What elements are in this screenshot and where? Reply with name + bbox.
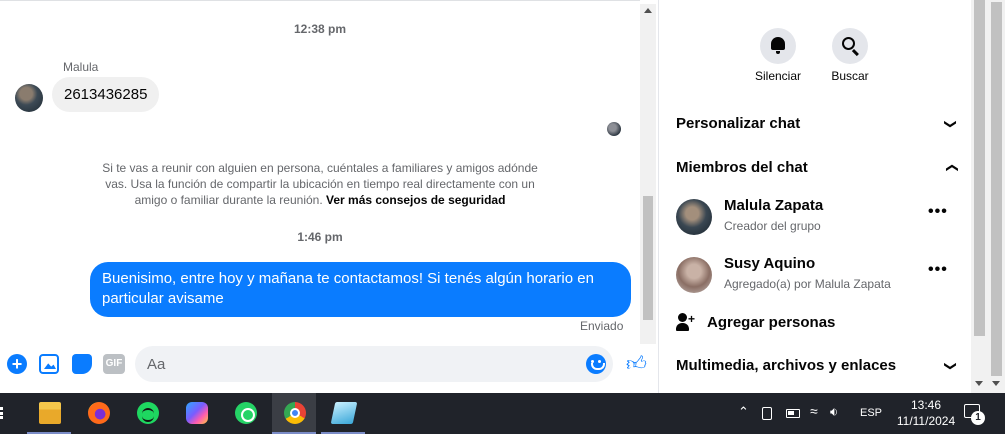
search-icon: [842, 37, 855, 50]
spotify-icon: [137, 402, 159, 424]
chevron-down-icon: ❯: [943, 360, 958, 372]
member-name: Malula Zapata: [724, 197, 824, 214]
volume-icon[interactable]: 🔉︎: [830, 404, 838, 420]
add-people-button[interactable]: + Agregar personas: [676, 311, 956, 335]
section-media-files-links[interactable]: Multimedia, archivos y enlaces ❯: [676, 354, 958, 378]
folder-icon: [39, 402, 61, 424]
taskbar-notes[interactable]: [321, 393, 365, 434]
page-scrollbar[interactable]: [988, 0, 1005, 393]
notification-count-badge: 1: [971, 411, 985, 425]
timestamp: 12:38 pm: [293, 22, 347, 36]
thumbs-up-icon[interactable]: 👍︎: [626, 353, 648, 375]
avatar[interactable]: [676, 257, 712, 293]
taskbar: ⌃ ≈ 🔉︎ ESP 13:46 11/11/2024 1: [0, 393, 1005, 434]
taskbar-copilot[interactable]: [174, 393, 218, 434]
member-name: Susy Aquino: [724, 255, 816, 272]
section-label: Miembros del chat: [676, 159, 808, 176]
panel-scrollbar[interactable]: [971, 0, 988, 393]
scrollbar-thumb[interactable]: [643, 196, 653, 320]
language-indicator[interactable]: ESP: [860, 407, 882, 419]
firefox-icon: [88, 402, 110, 424]
taskbar-chrome[interactable]: [272, 393, 316, 434]
message-status: Enviado: [580, 319, 624, 333]
bell-icon: [771, 37, 785, 54]
section-chat-members[interactable]: Miembros del chat ❯: [676, 156, 958, 180]
more-options-icon[interactable]: •••: [928, 261, 948, 279]
chat-top-border: [0, 0, 640, 4]
add-people-label: Agregar personas: [707, 314, 836, 331]
message-composer: + GIF 👍︎: [0, 344, 658, 384]
safety-notice: Si te vas a reunir con alguien en person…: [95, 160, 545, 208]
scroll-up-arrow-icon[interactable]: [644, 8, 652, 13]
wifi-icon[interactable]: ≈: [810, 403, 818, 419]
message-input[interactable]: [135, 346, 613, 382]
taskbar-spotify[interactable]: [125, 393, 169, 434]
plus-icon[interactable]: +: [7, 354, 27, 374]
scrollbar-thumb[interactable]: [991, 2, 1002, 376]
notes-icon: [330, 402, 358, 424]
device-icon[interactable]: [762, 407, 772, 420]
avatar[interactable]: [676, 199, 712, 235]
member-role: Agregado(a) por Malula Zapata: [724, 277, 891, 291]
sticker-icon[interactable]: [72, 354, 92, 374]
sent-message-bubble[interactable]: Buenisimo, entre hoy y mañana te contact…: [90, 262, 631, 317]
photo-icon[interactable]: [39, 354, 59, 374]
taskbar-file-explorer[interactable]: [27, 393, 71, 434]
sender-avatar[interactable]: [15, 84, 43, 112]
sender-name: Malula: [63, 60, 99, 74]
clock-date: 11/11/2024: [896, 414, 956, 428]
add-person-icon: +: [676, 313, 696, 333]
gif-icon[interactable]: GIF: [103, 354, 125, 374]
chevron-up-icon[interactable]: ⌃: [738, 404, 749, 420]
section-label: Personalizar chat: [676, 115, 801, 132]
clock[interactable]: 13:46 11/11/2024: [890, 397, 962, 429]
scroll-down-arrow-icon[interactable]: [975, 381, 983, 386]
chat-conversation: 12:38 pm Malula 2613436285 Si te vas a r…: [0, 0, 658, 393]
timestamp: 1:46 pm: [297, 230, 343, 244]
section-personalize-chat[interactable]: Personalizar chat ❯: [676, 112, 958, 136]
scroll-down-arrow-icon[interactable]: [992, 381, 1000, 386]
member-role: Creador del grupo: [724, 219, 821, 233]
whatsapp-icon: [235, 402, 257, 424]
start-icon[interactable]: [0, 407, 6, 419]
chat-info-panel: Silenciar Buscar Personalizar chat ❯ Mie…: [659, 0, 971, 393]
section-label: Multimedia, archivos y enlaces: [676, 357, 897, 374]
clock-time: 13:46: [910, 398, 942, 412]
read-receipt-avatar: [607, 122, 621, 136]
copilot-icon: [186, 402, 208, 424]
chevron-up-icon: ❯: [943, 162, 958, 174]
taskbar-whatsapp[interactable]: [223, 393, 267, 434]
chat-scrollbar[interactable]: [640, 4, 656, 344]
system-tray: ⌃ ≈ 🔉︎ ESP 13:46 11/11/2024 1: [730, 393, 1005, 434]
taskbar-firefox[interactable]: [76, 393, 120, 434]
chrome-icon: [284, 402, 306, 424]
search-button[interactable]: [832, 28, 868, 64]
battery-icon[interactable]: [786, 409, 800, 418]
member-item[interactable]: Malula Zapata Creador del grupo •••: [676, 197, 956, 237]
scrollbar-thumb[interactable]: [974, 0, 985, 336]
member-item[interactable]: Susy Aquino Agregado(a) por Malula Zapat…: [676, 255, 956, 295]
more-options-icon[interactable]: •••: [928, 203, 948, 221]
received-message-bubble[interactable]: 2613436285: [52, 77, 160, 112]
emoji-icon[interactable]: [586, 354, 606, 374]
search-label: Buscar: [831, 69, 869, 83]
mute-button[interactable]: [760, 28, 796, 64]
safety-tips-link[interactable]: Ver más consejos de seguridad: [326, 193, 505, 207]
chevron-down-icon: ❯: [943, 118, 958, 130]
